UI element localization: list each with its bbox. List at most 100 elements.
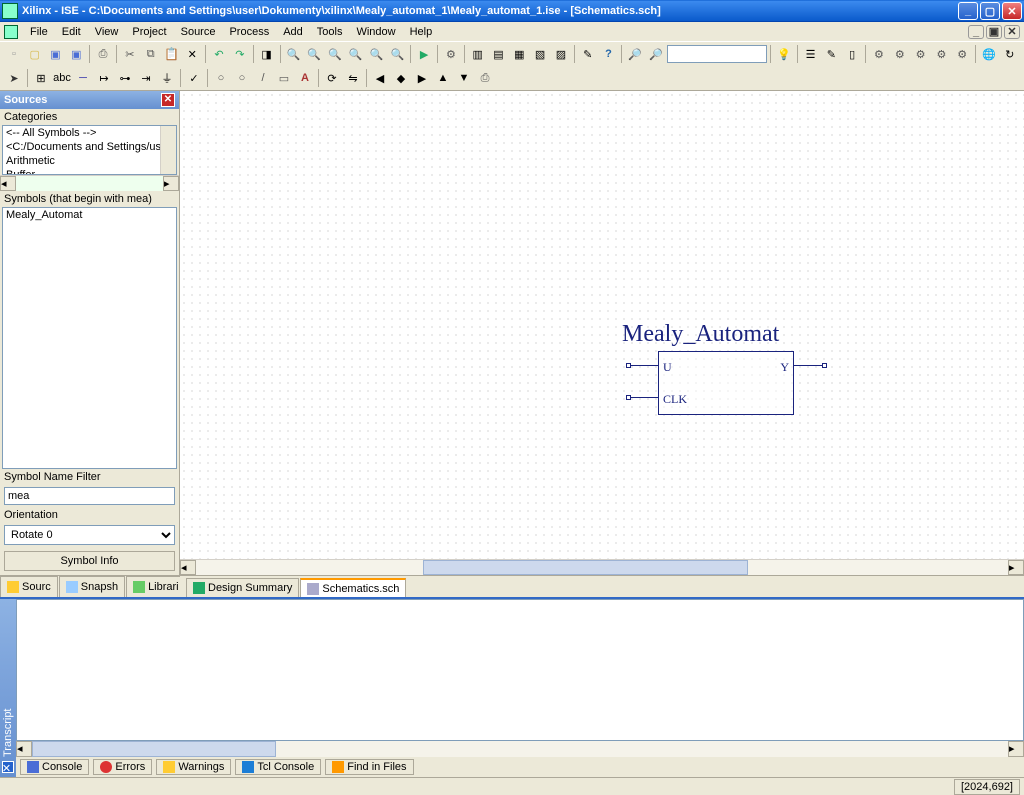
menu-source[interactable]: Source [175,24,222,40]
wire-clk[interactable] [628,397,658,398]
list-icon[interactable]: ☰ [801,44,821,64]
module-instance-name[interactable]: Mealy_Automat [622,321,779,348]
port-tool-icon[interactable]: ⇥ [136,68,156,88]
mdi-minimize-button[interactable]: _ [968,25,984,39]
bus-tool-icon[interactable]: ⊶ [115,68,135,88]
menu-process[interactable]: Process [223,24,275,40]
scrollbar-horizontal[interactable]: ◂▸ [0,175,179,191]
list-item[interactable]: <-- All Symbols --> [3,126,176,140]
tab-design-summary[interactable]: Design Summary [186,578,299,597]
window-arrange-icon[interactable]: ▧ [530,44,550,64]
line-tool-icon[interactable] [253,68,273,88]
align-b-icon[interactable]: ▼ [454,68,474,88]
net-tool-icon[interactable]: ↦ [94,68,114,88]
gear1-icon[interactable] [869,44,889,64]
run-icon[interactable] [414,44,434,64]
text-tool-icon[interactable] [295,68,315,88]
window-tile-h-icon[interactable]: ▥ [468,44,488,64]
mdi-close-button[interactable]: ✕ [1004,25,1020,39]
transcript-close-icon[interactable]: ✕ [2,761,14,773]
print2-icon[interactable] [475,68,495,88]
tab-sources[interactable]: Sourc [0,576,58,597]
rotate-tool-icon[interactable]: ⟳ [322,68,342,88]
align-l-icon[interactable]: ◀ [370,68,390,88]
panel-close-icon[interactable]: ✕ [161,93,175,107]
delete-icon[interactable]: ✕ [182,44,202,64]
web-icon[interactable] [979,44,999,64]
list-item[interactable]: Mealy_Automat [3,208,176,222]
mdi-restore-button[interactable]: ▣ [986,25,1002,39]
tab-errors[interactable]: Errors [93,759,152,775]
gear5-icon[interactable] [952,44,972,64]
circle-tool-icon[interactable] [232,68,252,88]
idea-icon[interactable] [774,44,794,64]
tab-schematics[interactable]: Schematics.sch [300,578,406,597]
symbol-filter-input[interactable] [4,487,175,505]
menu-edit[interactable]: Edit [56,24,87,40]
check-tool-icon[interactable]: ✓ [184,68,204,88]
gear3-icon[interactable] [911,44,931,64]
mdi-control-icon[interactable] [4,25,18,39]
window-close-icon[interactable]: ▨ [551,44,571,64]
print-icon[interactable] [93,44,113,64]
open-file-icon[interactable] [25,44,45,64]
zoom-selected-icon[interactable] [367,44,387,64]
minimize-button[interactable]: _ [958,2,978,20]
search-input[interactable] [667,45,767,63]
list-item[interactable]: Buffer [3,168,176,175]
maximize-button[interactable]: ▢ [980,2,1000,20]
refresh-icon[interactable]: ↻ [1000,44,1020,64]
list-item[interactable]: <C:/Documents and Settings/user/Dokt [3,140,176,154]
selection-handle[interactable] [822,363,827,368]
menu-view[interactable]: View [89,24,125,40]
scrollbar-vertical[interactable] [160,126,176,174]
selection-handle[interactable] [626,363,631,368]
redo-icon[interactable] [230,44,250,64]
tool-b-icon[interactable]: abc [52,68,72,88]
gnd-tool-icon[interactable]: ⏚ [157,68,177,88]
arc-tool-icon[interactable] [211,68,231,88]
schematic-canvas[interactable]: Mealy_Automat U CLK Y [180,91,1024,559]
close-button[interactable]: ✕ [1002,2,1022,20]
paste-icon[interactable] [162,44,182,64]
cut-icon[interactable] [120,44,140,64]
tab-tcl-console[interactable]: Tcl Console [235,759,321,775]
menu-add[interactable]: Add [277,24,309,40]
wire-u[interactable] [628,365,658,366]
transcript-output[interactable] [16,599,1024,741]
wire-y[interactable] [794,365,824,366]
menu-tools[interactable]: Tools [311,24,349,40]
menu-file[interactable]: File [24,24,54,40]
selection-handle[interactable] [626,395,631,400]
tool-icon[interactable]: ◨ [257,44,277,64]
rect-tool-icon[interactable] [274,68,294,88]
window-cascade-icon[interactable]: ▦ [509,44,529,64]
orientation-select[interactable]: Rotate 0 [4,525,175,545]
transcript-scrollbar[interactable]: ◂ ▸ [16,741,1024,757]
new-file-icon[interactable] [4,44,24,64]
undo-icon[interactable] [209,44,229,64]
wire-tool-icon[interactable] [73,68,93,88]
list-item[interactable]: Arithmetic [3,154,176,168]
save-icon[interactable] [46,44,66,64]
find-next-icon[interactable] [646,44,666,64]
edit-icon[interactable]: ✎ [822,44,842,64]
tab-find-in-files[interactable]: Find in Files [325,759,413,775]
zoom-full-icon[interactable] [387,44,407,64]
menu-project[interactable]: Project [126,24,172,40]
tab-libraries[interactable]: Librari [126,576,186,597]
tab-console[interactable]: Console [20,759,89,775]
align-r-icon[interactable]: ▶ [412,68,432,88]
zoom-in-icon[interactable] [283,44,303,64]
zoom-out-icon[interactable] [304,44,324,64]
gear2-icon[interactable] [890,44,910,64]
window-tile-v-icon[interactable]: ▤ [489,44,509,64]
symbol-info-button[interactable]: Symbol Info [4,551,175,571]
menu-help[interactable]: Help [404,24,439,40]
menu-window[interactable]: Window [350,24,401,40]
process-icon[interactable] [441,44,461,64]
zoom-area-icon[interactable] [346,44,366,64]
tool-misc-icon[interactable]: ✎ [578,44,598,64]
mirror-tool-icon[interactable]: ⇋ [343,68,363,88]
canvas-scrollbar-horizontal[interactable]: ◂▸ [180,559,1024,575]
